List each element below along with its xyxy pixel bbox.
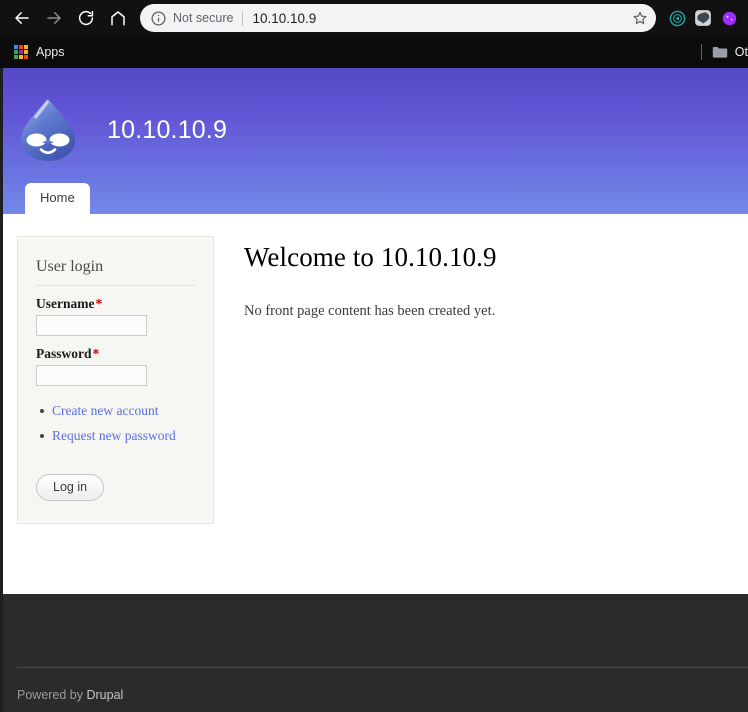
home-button[interactable] (102, 3, 134, 33)
address-bar[interactable]: Not secure 10.10.10.9 (140, 4, 656, 32)
forward-button[interactable] (38, 3, 70, 33)
username-required-mark: * (95, 296, 102, 311)
back-button[interactable] (6, 3, 38, 33)
bookmarks-divider (701, 44, 702, 60)
folder-icon (712, 45, 728, 59)
extension-icon-purple[interactable] (716, 3, 742, 33)
password-label: Password* (36, 346, 195, 362)
sidebar-first: User login Username* Password* Create ne… (3, 236, 214, 524)
footer-credit: Powered by Drupal (17, 688, 123, 702)
other-bookmarks-area: Ot (701, 36, 748, 68)
drupal-droplet-logo[interactable] (17, 97, 79, 163)
site-branding[interactable]: 10.10.10.9 (3, 68, 748, 174)
list-item: Request new password (52, 427, 195, 445)
username-label: Username* (36, 296, 195, 312)
site-footer: Powered by Drupal (3, 594, 748, 712)
password-label-text: Password (36, 346, 92, 361)
reload-button[interactable] (70, 3, 102, 33)
bookmarks-bar: Apps Ot (0, 36, 748, 68)
browser-toolbar: Not secure 10.10.10.9 (0, 0, 748, 36)
arrow-left-icon (13, 9, 31, 27)
home-icon (109, 9, 127, 27)
web-page: 10.10.10.9 Home User login Username* Pas… (0, 68, 748, 712)
username-label-text: Username (36, 296, 94, 311)
request-new-password-link[interactable]: Request new password (52, 428, 176, 443)
empty-front-page-message: No front page content has been created y… (244, 303, 728, 320)
browser-chrome: Not secure 10.10.10.9 (0, 0, 748, 68)
user-login-block: User login Username* Password* Create ne… (17, 236, 214, 524)
apps-shortcut[interactable]: Apps (10, 43, 73, 61)
log-in-button[interactable]: Log in (36, 474, 104, 501)
info-circle-icon[interactable] (150, 10, 167, 27)
block-title-user-login: User login (36, 258, 195, 286)
drupal-link[interactable]: Drupal (86, 688, 123, 702)
create-new-account-link[interactable]: Create new account (52, 403, 158, 418)
apps-label: Apps (36, 45, 65, 59)
apps-grid-icon (14, 45, 28, 59)
omnibox-divider (242, 11, 243, 26)
extension-icon-line[interactable] (690, 3, 716, 33)
page-body: User login Username* Password* Create ne… (3, 214, 748, 594)
site-name[interactable]: 10.10.10.9 (107, 116, 227, 145)
url-text[interactable]: 10.10.10.9 (252, 11, 624, 26)
menu-item-home[interactable]: Home (25, 183, 90, 214)
footer-credit-prefix: Powered by (17, 688, 86, 702)
login-links-list: Create new account Request new password (36, 402, 195, 445)
username-input[interactable] (36, 315, 147, 336)
other-bookmarks-button[interactable]: Ot (712, 45, 748, 59)
security-status-label: Not secure (173, 11, 233, 25)
other-bookmarks-label: Ot (735, 45, 748, 59)
main-menu: Home (25, 183, 90, 214)
reload-icon (77, 9, 95, 27)
extension-icon-teal[interactable] (664, 3, 690, 33)
menu-item-home-label: Home (40, 190, 75, 205)
arrow-right-icon (45, 9, 63, 27)
password-input[interactable] (36, 365, 147, 386)
main-content: Welcome to 10.10.10.9 No front page cont… (214, 236, 748, 320)
star-icon[interactable] (628, 6, 652, 30)
footer-divider (17, 667, 748, 668)
password-required-mark: * (93, 346, 100, 361)
list-item: Create new account (52, 402, 195, 420)
page-title: Welcome to 10.10.10.9 (244, 242, 728, 273)
site-header: 10.10.10.9 Home (3, 68, 748, 214)
